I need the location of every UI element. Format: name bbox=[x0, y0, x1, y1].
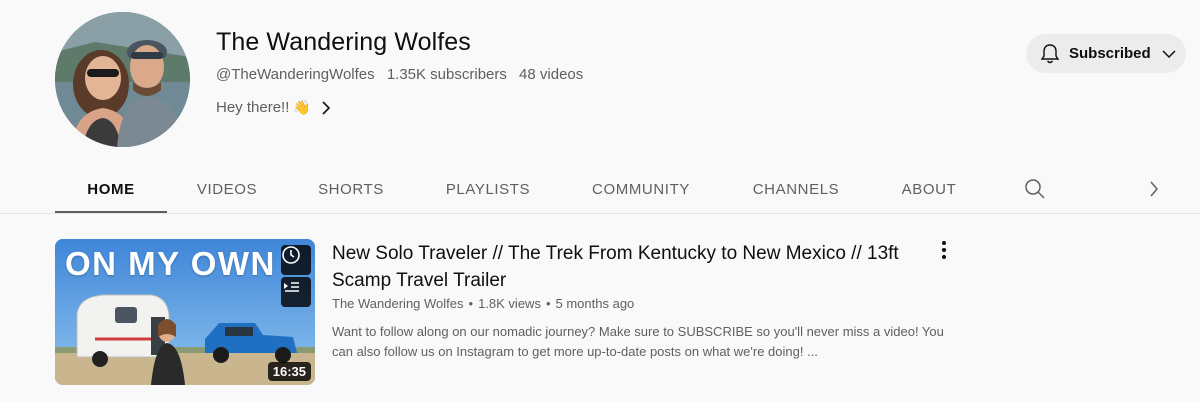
add-to-queue-button[interactable] bbox=[281, 277, 311, 307]
video-title[interactable]: New Solo Traveler // The Trek From Kentu… bbox=[332, 240, 932, 294]
wave-emoji: 👋 bbox=[293, 99, 311, 115]
watch-later-button[interactable] bbox=[281, 245, 311, 275]
search-icon[interactable] bbox=[1024, 178, 1046, 205]
bell-icon bbox=[1040, 43, 1060, 65]
subscribed-button[interactable]: Subscribed bbox=[1026, 34, 1186, 73]
video-meta: The Wandering Wolfes • 1.8K views • 5 months… bbox=[332, 296, 634, 311]
channel-tabs: HOME VIDEOS SHORTS PLAYLISTS COMMUNITY C… bbox=[55, 165, 987, 214]
channel-handle: @TheWanderingWolfes bbox=[216, 66, 375, 83]
chevron-down-icon bbox=[1161, 49, 1177, 59]
thumbnail-text: ON MY OWN bbox=[65, 245, 276, 282]
subscribed-label: Subscribed bbox=[1069, 45, 1151, 62]
tabs-divider bbox=[0, 213, 1200, 214]
tab-home[interactable]: HOME bbox=[55, 165, 167, 214]
video-channel-link[interactable]: The Wandering Wolfes bbox=[332, 296, 464, 311]
channel-meta: @TheWanderingWolfes 1.35K subscribers 48… bbox=[216, 66, 591, 83]
channel-description-text: Hey there!! bbox=[216, 99, 290, 116]
tab-about[interactable]: ABOUT bbox=[871, 165, 987, 213]
subscriber-count: 1.35K subscribers bbox=[386, 66, 507, 83]
channel-avatar bbox=[55, 12, 190, 147]
video-duration: 16:35 bbox=[267, 362, 311, 381]
video-views: 1.8K views bbox=[478, 296, 541, 311]
tab-community[interactable]: COMMUNITY bbox=[561, 165, 721, 213]
channel-description[interactable]: Hey there!! 👋 bbox=[216, 99, 331, 116]
more-vert-icon[interactable] bbox=[934, 238, 954, 262]
chevron-right-icon[interactable] bbox=[1148, 180, 1160, 203]
video-age: 5 months ago bbox=[555, 296, 635, 311]
video-description: Want to follow along on our nomadic jour… bbox=[332, 324, 944, 359]
tab-channels[interactable]: CHANNELS bbox=[721, 165, 871, 213]
tab-shorts[interactable]: SHORTS bbox=[287, 165, 415, 213]
meta-separator: • bbox=[545, 296, 551, 311]
meta-separator: • bbox=[468, 296, 474, 311]
video-thumbnail[interactable]: ON MY OWN 16:35 bbox=[55, 239, 315, 385]
channel-name: The Wandering Wolfes bbox=[216, 28, 471, 56]
video-count: 48 videos bbox=[519, 66, 584, 83]
chevron-right-icon bbox=[321, 100, 331, 116]
tab-videos[interactable]: VIDEOS bbox=[167, 165, 287, 213]
tab-playlists[interactable]: PLAYLISTS bbox=[415, 165, 561, 213]
